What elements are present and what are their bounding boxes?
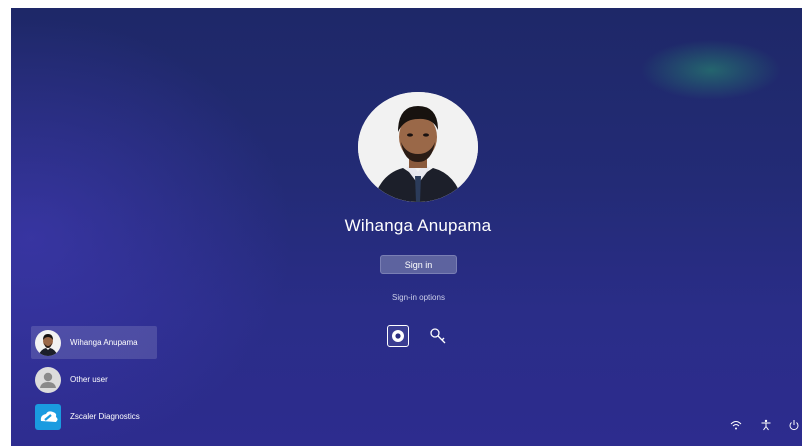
user-item-label: Wihanga Anupama [70,338,138,347]
user-item-other-user[interactable]: Other user [31,363,157,396]
lock-screen: Wihanga Anupama Sign in Sign-in options [11,8,802,446]
zscaler-logo-icon [35,403,61,430]
user-item-wihanga-anupama[interactable]: Wihanga Anupama [31,326,157,359]
sign-in-button[interactable]: Sign in [380,255,457,274]
wifi-icon[interactable] [729,418,743,432]
profile-photo [358,92,478,202]
user-item-label: Other user [70,375,108,384]
sign-in-options-link[interactable]: Sign-in options [341,293,496,302]
password-sign-in-option[interactable] [428,326,448,346]
username-label: Wihanga Anupama [344,216,492,235]
profile-avatar [358,92,478,202]
user-item-zscaler-diagnostics[interactable]: Zscaler Diagnostics [31,400,157,433]
user-photo-icon [35,329,61,356]
pin-sign-in-option[interactable] [387,325,409,347]
user-item-label: Zscaler Diagnostics [70,412,140,421]
power-icon[interactable] [787,418,801,432]
key-icon [430,328,446,344]
pin-icon [392,330,404,342]
generic-user-icon [35,366,61,393]
accessibility-icon[interactable] [759,418,773,432]
